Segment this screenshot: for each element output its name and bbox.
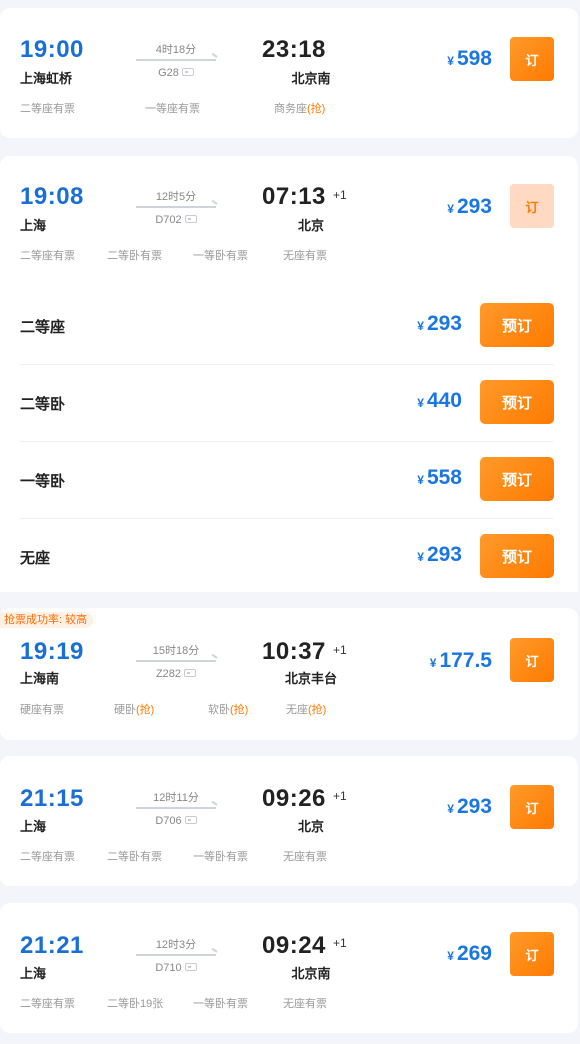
seat-class-price: ¥440 bbox=[417, 389, 462, 412]
departure-station: 上海南 bbox=[20, 671, 60, 686]
train-card[interactable]: 21:15 上海 12时11分 D706 09:26 +1 北京 ¥293 订 … bbox=[0, 756, 578, 886]
train-card[interactable]: 21:21 上海 12时3分 D710 09:24 +1 北京南 ¥269 订 … bbox=[0, 903, 578, 1033]
seat-class-row: 无座 ¥293 预订 bbox=[20, 519, 554, 596]
arrival-station: 北京 bbox=[297, 819, 324, 834]
price: ¥269 bbox=[447, 942, 492, 965]
id-card-icon bbox=[184, 669, 197, 677]
duration: 12时11分 bbox=[153, 792, 199, 804]
seat-info: 无座有票 bbox=[283, 998, 327, 1010]
arrival-time: 07:13 bbox=[262, 183, 326, 210]
seat-info: 硬卧(抢) bbox=[114, 704, 155, 716]
departure-time: 19:19 bbox=[20, 638, 84, 665]
departure-time: 19:00 bbox=[20, 36, 84, 63]
route-arrow bbox=[136, 59, 216, 61]
seat-class-name: 一等卧 bbox=[20, 473, 66, 490]
price: ¥598 bbox=[447, 47, 492, 70]
next-day-marker: +1 bbox=[333, 789, 347, 803]
train-code: D710 bbox=[136, 962, 216, 974]
book-button[interactable]: 订 bbox=[510, 785, 554, 829]
seat-info: 二等座有票 bbox=[20, 851, 75, 863]
reserve-button[interactable]: 预订 bbox=[480, 303, 554, 347]
seat-info: 硬座有票 bbox=[20, 704, 64, 716]
train-code: G28 bbox=[136, 67, 216, 79]
seat-info: 二等卧有票 bbox=[107, 250, 162, 262]
seat-info: 无座有票 bbox=[283, 250, 327, 262]
arrival-time: 09:24 bbox=[262, 932, 326, 959]
seat-class-name: 二等座 bbox=[20, 319, 66, 336]
departure-station: 上海 bbox=[20, 819, 47, 834]
seat-info: 一等卧有票 bbox=[193, 851, 248, 863]
seat-class-price: ¥293 bbox=[417, 312, 462, 335]
arrival-time: 23:18 bbox=[262, 36, 326, 63]
seat-info: 软卧(抢) bbox=[208, 704, 249, 716]
reserve-button[interactable]: 预订 bbox=[480, 534, 554, 578]
departure-station: 上海虹桥 bbox=[20, 71, 73, 86]
next-day-marker: +1 bbox=[333, 936, 347, 950]
train-code: D706 bbox=[136, 815, 216, 827]
price: ¥293 bbox=[447, 795, 492, 818]
route-arrow bbox=[136, 660, 216, 662]
reserve-button[interactable]: 预订 bbox=[480, 380, 554, 424]
seat-class-row: 二等卧 ¥440 预订 bbox=[20, 365, 554, 442]
seat-class-price: ¥558 bbox=[417, 466, 462, 489]
id-card-icon bbox=[184, 215, 197, 223]
seat-info: 二等座有票 bbox=[20, 250, 75, 262]
seat-info: 一等座有票 bbox=[145, 103, 200, 115]
route-arrow bbox=[136, 206, 216, 208]
train-code: Z282 bbox=[136, 668, 216, 680]
departure-station: 上海 bbox=[20, 966, 47, 981]
train-card[interactable]: 19:08 上海 12时5分 D702 07:13 +1 北京 ¥293 订 二… bbox=[0, 156, 578, 296]
duration: 12时3分 bbox=[155, 939, 197, 951]
seat-info: 一等卧有票 bbox=[193, 998, 248, 1010]
book-button[interactable]: 订 bbox=[510, 932, 554, 976]
price: ¥177.5 bbox=[429, 649, 492, 672]
next-day-marker: +1 bbox=[333, 188, 347, 202]
seat-class-row: 二等座 ¥293 预订 bbox=[20, 288, 554, 365]
duration: 15时18分 bbox=[152, 645, 200, 657]
seat-class-name: 无座 bbox=[20, 550, 51, 567]
seat-class-list: 二等座 ¥293 预订 二等卧 ¥440 预订 一等卧 ¥558 预订 无座 ¥… bbox=[0, 288, 578, 592]
seat-info: 二等座有票 bbox=[20, 103, 75, 115]
id-card-icon bbox=[184, 963, 197, 971]
train-card[interactable]: 19:00 上海虹桥 4时18分 G28 23:18 北京南 ¥598 订 二等… bbox=[0, 8, 578, 138]
arrival-station: 北京南 bbox=[291, 71, 331, 86]
price: ¥293 bbox=[447, 195, 492, 218]
route-arrow bbox=[136, 954, 216, 956]
seat-info: 商务座(抢) bbox=[274, 103, 326, 115]
arrival-station: 北京 bbox=[297, 218, 324, 233]
route-arrow bbox=[136, 807, 216, 809]
id-card-icon bbox=[184, 816, 197, 824]
seat-info: 无座有票 bbox=[283, 851, 327, 863]
success-rate-tag: 抢票成功率: 较高 bbox=[0, 612, 94, 628]
duration: 12时5分 bbox=[155, 191, 197, 203]
arrival-time: 10:37 bbox=[262, 638, 326, 665]
arrival-station: 北京南 bbox=[291, 966, 331, 981]
seat-class-row: 一等卧 ¥558 预订 bbox=[20, 442, 554, 519]
departure-time: 19:08 bbox=[20, 183, 84, 210]
seat-info: 二等座有票 bbox=[20, 998, 75, 1010]
seat-class-price: ¥293 bbox=[417, 543, 462, 566]
arrival-time: 09:26 bbox=[262, 785, 326, 812]
departure-time: 21:21 bbox=[20, 932, 84, 959]
departure-station: 上海 bbox=[20, 218, 47, 233]
seat-info: 二等卧19张 bbox=[107, 998, 164, 1010]
id-card-icon bbox=[181, 68, 194, 76]
seat-info: 二等卧有票 bbox=[107, 851, 162, 863]
seat-class-name: 二等卧 bbox=[20, 396, 66, 413]
book-button[interactable]: 订 bbox=[510, 184, 554, 228]
duration: 4时18分 bbox=[155, 44, 197, 56]
book-button[interactable]: 订 bbox=[510, 37, 554, 81]
arrival-station: 北京丰台 bbox=[284, 671, 337, 686]
seat-info: 一等卧有票 bbox=[193, 250, 248, 262]
seat-info: 无座(抢) bbox=[286, 704, 327, 716]
train-code: D702 bbox=[136, 214, 216, 226]
reserve-button[interactable]: 预订 bbox=[480, 457, 554, 501]
next-day-marker: +1 bbox=[333, 643, 347, 657]
departure-time: 21:15 bbox=[20, 785, 84, 812]
book-button[interactable]: 订 bbox=[510, 638, 554, 682]
